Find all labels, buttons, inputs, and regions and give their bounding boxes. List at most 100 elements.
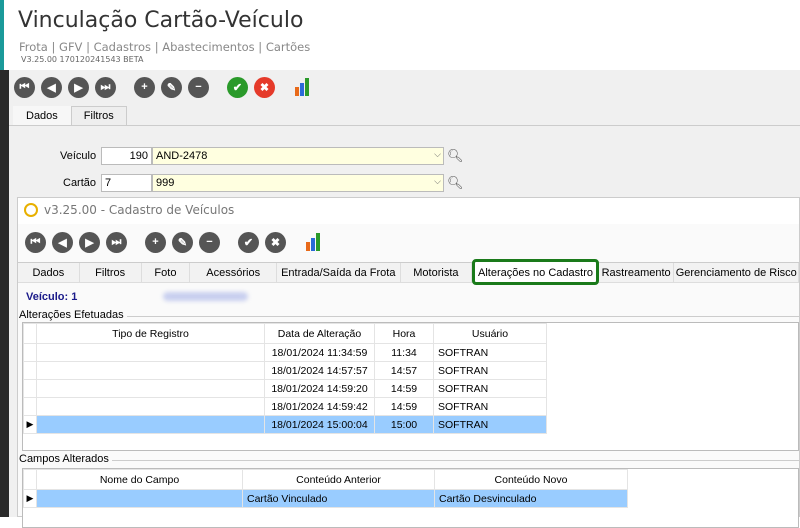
tab-entrada-saida[interactable]: Entrada/Saída da Frota <box>277 263 401 282</box>
fields-group-label: Campos Alterados <box>19 453 112 465</box>
vehicle-heading: Veículo: 1 <box>26 291 78 303</box>
table-row[interactable]: 18/01/2024 14:57:57 14:57 SOFTRAN <box>23 361 547 380</box>
chevron-down-icon[interactable]: ⌵ <box>434 149 441 160</box>
fields-table: Nome do Campo Conteúdo Anterior Conteúdo N… <box>23 469 628 508</box>
cell-tipo <box>36 343 265 362</box>
row-pointer-icon: ▶ <box>23 415 37 434</box>
tab-foto[interactable]: Foto <box>142 263 191 282</box>
column-header[interactable]: Usuário <box>433 323 547 344</box>
column-header[interactable]: Conteúdo Novo <box>434 469 628 490</box>
cancel-button[interactable]: ✖ <box>265 231 286 253</box>
edit-button[interactable]: ✎ <box>172 231 193 253</box>
table-row[interactable]: 18/01/2024 14:59:20 14:59 SOFTRAN <box>23 379 547 398</box>
report-settings-icon[interactable] <box>291 76 313 98</box>
cell-novo: Cartão Desvinculado <box>434 489 628 508</box>
window-title: v3.25.00 - Cadastro de Veículos <box>18 198 799 224</box>
vehicle-plate-value: AND-2478 <box>156 150 208 162</box>
cell-data: 18/01/2024 15:00:04 <box>264 415 375 434</box>
cell-hora: 14:59 <box>374 397 434 416</box>
vehicle-plate-select[interactable]: AND-2478 ⌵ <box>152 147 444 165</box>
first-record-button[interactable]: ⏮ <box>25 231 46 253</box>
cell-usuario: SOFTRAN <box>433 415 547 434</box>
confirm-button[interactable]: ✔ <box>238 231 259 253</box>
cell-data: 18/01/2024 11:34:59 <box>264 343 375 362</box>
tab-alteracoes-cadastro[interactable]: Alterações no Cadastro <box>472 259 599 285</box>
vehicle-code-input[interactable]: 190 <box>101 147 152 165</box>
tab-dados[interactable]: Dados <box>18 263 80 282</box>
tab-filtros[interactable]: Filtros <box>80 263 142 282</box>
cell-hora: 11:34 <box>374 343 434 362</box>
changes-group-label: Alterações Efetuadas <box>19 309 127 321</box>
last-record-button[interactable]: ⏭ <box>106 231 127 253</box>
row-pointer-icon: ▶ <box>23 489 37 508</box>
chevron-down-icon[interactable]: ⌵ <box>434 176 441 187</box>
tab-rastreamento[interactable]: Rastreamento <box>599 263 675 282</box>
changes-grid: Tipo de Registro Data de Alteração Hora Usu… <box>22 322 799 451</box>
breadcrumb: Frota | GFV | Cadastros | Abastecimentos… <box>19 40 311 54</box>
card-code-input[interactable]: 7 <box>101 174 152 192</box>
column-header[interactable]: Nome do Campo <box>36 469 243 490</box>
tab-gerenciamento-risco[interactable]: Gerenciamento de Risco <box>674 263 799 282</box>
last-record-button[interactable]: ⏭ <box>95 76 116 98</box>
blurred-vehicle-name <box>163 292 248 301</box>
cell-usuario: SOFTRAN <box>433 343 547 362</box>
remove-button[interactable]: − <box>188 76 209 98</box>
child-toolbar: ⏮ ◀ ▶ ⏭ + ✎ − ✔ ✖ <box>25 231 324 253</box>
tab-filtros[interactable]: Filtros <box>70 106 127 126</box>
confirm-button[interactable]: ✔ <box>227 76 248 98</box>
cell-tipo <box>36 379 265 398</box>
app-logo-icon <box>24 203 38 217</box>
column-header[interactable]: Conteúdo Anterior <box>242 469 435 490</box>
table-row[interactable]: 18/01/2024 11:34:59 11:34 SOFTRAN <box>23 343 547 362</box>
remove-button[interactable]: − <box>199 231 220 253</box>
side-strip <box>0 70 9 517</box>
next-record-button[interactable]: ▶ <box>68 76 89 98</box>
cell-usuario: SOFTRAN <box>433 361 547 380</box>
tab-dados[interactable]: Dados <box>13 106 71 126</box>
edit-button[interactable]: ✎ <box>161 76 182 98</box>
fields-grid: Nome do Campo Conteúdo Anterior Conteúdo N… <box>22 468 799 528</box>
cell-hora: 15:00 <box>374 415 434 434</box>
cell-data: 18/01/2024 14:59:20 <box>264 379 375 398</box>
cell-hora: 14:59 <box>374 379 434 398</box>
prev-record-button[interactable]: ◀ <box>41 76 62 98</box>
table-row[interactable]: 18/01/2024 14:59:42 14:59 SOFTRAN <box>23 397 547 416</box>
first-record-button[interactable]: ⏮ <box>14 76 35 98</box>
vehicle-register-window: v3.25.00 - Cadastro de Veículos ⏮ ◀ ▶ ⏭ … <box>17 197 800 528</box>
cell-campo <box>36 489 243 508</box>
cancel-button[interactable]: ✖ <box>254 76 275 98</box>
main-toolbar: ⏮ ◀ ▶ ⏭ + ✎ − ✔ ✖ <box>14 76 313 98</box>
changes-table: Tipo de Registro Data de Alteração Hora Usu… <box>23 323 547 434</box>
report-settings-icon[interactable] <box>302 231 324 253</box>
version-label: V3.25.00 170120241543 BETA <box>21 55 144 64</box>
table-row-selected[interactable]: ▶ 18/01/2024 15:00:04 15:00 SOFTRAN <box>23 415 547 434</box>
card-number-select[interactable]: 999 ⌵ <box>152 174 444 192</box>
accent-bar <box>0 0 4 70</box>
column-header[interactable]: Hora <box>374 323 434 344</box>
page-title: Vinculação Cartão-Veículo <box>18 8 304 33</box>
main-tabs: Dados Filtros <box>13 106 127 126</box>
search-icon[interactable]: 🔍︎ <box>447 148 464 164</box>
vehicle-label: Veículo <box>60 150 97 162</box>
cell-tipo <box>36 415 265 434</box>
cell-hora: 14:57 <box>374 361 434 380</box>
search-icon[interactable]: 🔍︎ <box>447 175 464 191</box>
child-tabs: Dados Filtros Foto Acessórios Entrada/Sa… <box>18 259 799 285</box>
add-button[interactable]: + <box>134 76 155 98</box>
cell-data: 18/01/2024 14:59:42 <box>264 397 375 416</box>
cell-usuario: SOFTRAN <box>433 379 547 398</box>
cell-usuario: SOFTRAN <box>433 397 547 416</box>
card-number-value: 999 <box>156 177 175 189</box>
table-row-selected[interactable]: ▶ Cartão Vinculado Cartão Desvinculado <box>23 489 628 508</box>
cell-tipo <box>36 397 265 416</box>
cell-tipo <box>36 361 265 380</box>
tab-motorista[interactable]: Motorista <box>401 263 473 282</box>
prev-record-button[interactable]: ◀ <box>52 231 73 253</box>
column-header[interactable]: Tipo de Registro <box>36 323 265 344</box>
tab-acessorios[interactable]: Acessórios <box>190 263 278 282</box>
next-record-button[interactable]: ▶ <box>79 231 100 253</box>
cell-data: 18/01/2024 14:57:57 <box>264 361 375 380</box>
card-label: Cartão <box>63 177 97 189</box>
column-header[interactable]: Data de Alteração <box>264 323 375 344</box>
add-button[interactable]: + <box>145 231 166 253</box>
